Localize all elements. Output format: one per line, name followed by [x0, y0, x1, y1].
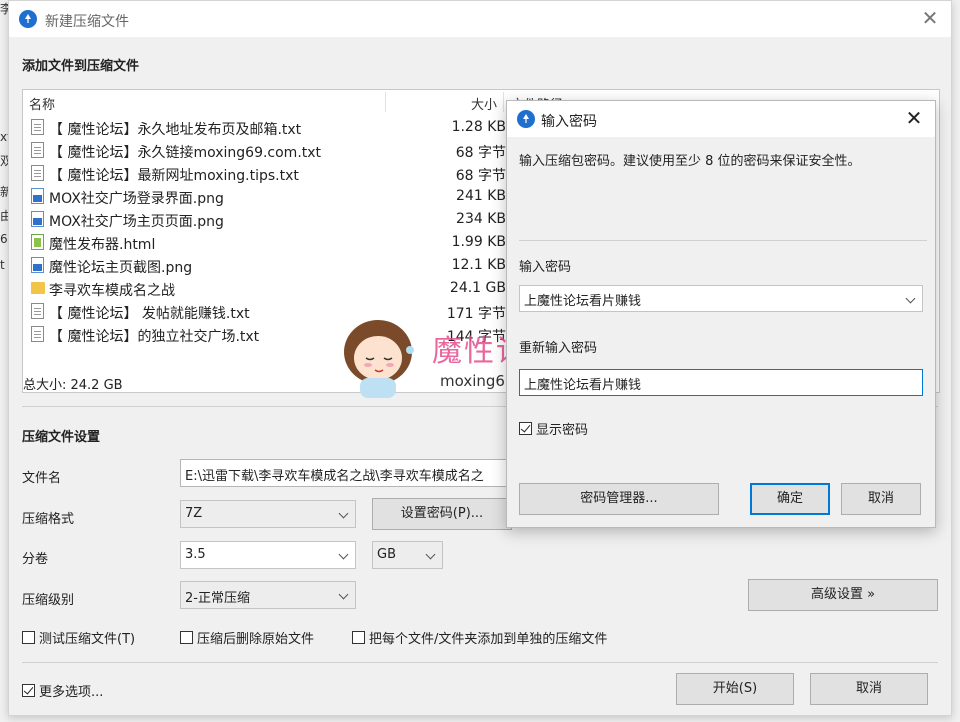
- file-name: 魔性论坛主页截图.png: [49, 260, 193, 276]
- checkbox-box: [352, 631, 365, 644]
- compression-level-select[interactable]: 2-正常压缩: [180, 581, 356, 609]
- chevron-down-icon: [338, 508, 349, 519]
- file-size: 1.28 KB: [451, 119, 506, 135]
- dialog-title: 新建压缩文件: [45, 14, 129, 30]
- text-file-icon: [31, 142, 44, 158]
- separate-archives-checkbox[interactable]: 把每个文件/文件夹添加到单独的压缩文件: [352, 628, 607, 647]
- column-header-size[interactable]: 大小: [471, 94, 497, 113]
- checkbox-box: [22, 684, 35, 697]
- format-value: 7Z: [185, 506, 203, 521]
- show-password-checkbox[interactable]: 显示密码: [519, 419, 588, 438]
- chevron-down-icon: [338, 549, 349, 560]
- split-label: 分卷: [22, 552, 49, 567]
- split-value: 3.5: [185, 547, 206, 562]
- column-divider[interactable]: [503, 92, 504, 112]
- divider: [22, 662, 938, 663]
- confirm-password-label: 重新输入密码: [519, 341, 598, 356]
- text-file-icon: [31, 303, 44, 319]
- test-archive-label: 测试压缩文件(T): [39, 632, 136, 647]
- more-options-checkbox[interactable]: 更多选项...: [22, 681, 103, 700]
- test-archive-checkbox[interactable]: 测试压缩文件(T): [22, 628, 135, 647]
- file-name: 李寻欢车模成名之战: [49, 283, 175, 299]
- separate-archives-label: 把每个文件/文件夹添加到单独的压缩文件: [369, 632, 608, 647]
- file-name: MOX社交广场主页页面.png: [49, 214, 224, 230]
- column-header-name[interactable]: 名称: [29, 94, 55, 113]
- file-size: 144 字节: [446, 329, 506, 345]
- text-file-icon: [31, 119, 44, 135]
- app-icon: [517, 110, 535, 128]
- checkbox-box: [180, 631, 193, 644]
- delete-after-checkbox[interactable]: 压缩后删除原始文件: [180, 628, 314, 647]
- confirm-password-input[interactable]: 上魔性论坛看片赚钱: [519, 369, 923, 396]
- image-file-icon: [31, 257, 44, 273]
- password-cancel-button[interactable]: 取消: [841, 483, 921, 515]
- password-value: 上魔性论坛看片赚钱: [524, 294, 642, 309]
- chevron-down-icon: [338, 589, 349, 600]
- file-size: 24.1 GB: [449, 280, 506, 296]
- title-bar[interactable]: 新建压缩文件 ✕: [9, 1, 951, 37]
- split-unit-value: GB: [377, 547, 396, 562]
- file-name: MOX社交广场登录界面.png: [49, 191, 224, 207]
- password-input[interactable]: 上魔性论坛看片赚钱: [519, 285, 923, 312]
- total-size: 总大小: 24.2 GB: [23, 378, 123, 393]
- chevron-down-icon: [425, 549, 436, 560]
- password-title-bar[interactable]: 输入密码 ✕: [507, 101, 935, 137]
- checkbox-box: [519, 422, 532, 435]
- advanced-settings-button[interactable]: 高级设置 »: [748, 579, 938, 611]
- file-size: 68 字节: [455, 145, 506, 161]
- settings-section-title: 压缩文件设置: [22, 430, 101, 445]
- divider: [519, 240, 927, 241]
- file-name: 【 魔性论坛】永久地址发布页及邮箱.txt: [49, 122, 302, 138]
- more-options-label: 更多选项...: [39, 685, 104, 700]
- image-file-icon: [31, 188, 44, 204]
- chevron-down-icon: [905, 293, 916, 304]
- format-select[interactable]: 7Z: [180, 500, 356, 528]
- folder-icon: [31, 282, 45, 294]
- image-file-icon: [31, 211, 44, 227]
- file-size: 12.1 KB: [451, 257, 506, 273]
- password-dialog: 输入密码 ✕ 输入压缩包密码。建议使用至少 8 位的密码来保证安全性。 输入密码…: [506, 100, 936, 528]
- file-name: 【 魔性论坛】最新网址moxing.tips.txt: [49, 168, 299, 184]
- checkbox-box: [22, 631, 35, 644]
- text-file-icon: [31, 165, 44, 181]
- filename-label: 文件名: [22, 471, 62, 486]
- column-divider[interactable]: [385, 92, 386, 112]
- text-file-icon: [31, 326, 44, 342]
- file-name: 【 魔性论坛】的独立社交广场.txt: [49, 329, 260, 345]
- file-name: 魔性发布器.html: [49, 237, 156, 253]
- file-name: 【 魔性论坛】永久链接moxing69.com.txt: [49, 145, 322, 161]
- format-label: 压缩格式: [22, 512, 75, 527]
- split-unit-select[interactable]: GB: [372, 541, 443, 569]
- close-icon[interactable]: ✕: [905, 108, 923, 128]
- password-label: 输入密码: [519, 260, 572, 275]
- ok-button[interactable]: 确定: [750, 483, 830, 515]
- delete-after-label: 压缩后删除原始文件: [197, 632, 315, 647]
- password-dialog-title: 输入密码: [541, 114, 597, 130]
- file-size: 171 字节: [446, 306, 506, 322]
- level-value: 2-正常压缩: [185, 591, 250, 606]
- app-icon: [19, 10, 37, 28]
- level-label: 压缩级别: [22, 593, 75, 608]
- cancel-button[interactable]: 取消: [810, 673, 928, 705]
- file-name: 【 魔性论坛】 发帖就能赚钱.txt: [49, 306, 250, 322]
- file-size: 1.99 KB: [451, 234, 506, 250]
- html-file-icon: [31, 234, 44, 250]
- file-size: 68 字节: [455, 168, 506, 184]
- password-hint: 输入压缩包密码。建议使用至少 8 位的密码来保证安全性。: [519, 154, 861, 169]
- split-size-combo[interactable]: 3.5: [180, 541, 356, 569]
- password-manager-button[interactable]: 密码管理器...: [519, 483, 719, 515]
- file-size: 234 KB: [456, 211, 506, 227]
- close-icon[interactable]: ✕: [921, 8, 939, 28]
- start-button[interactable]: 开始(S): [676, 673, 794, 705]
- filename-field[interactable]: E:\迅雷下载\李寻欢车模成名之战\李寻欢车模成名之: [180, 459, 510, 487]
- show-password-label: 显示密码: [536, 423, 589, 438]
- files-section-title: 添加文件到压缩文件: [22, 59, 140, 74]
- file-size: 241 KB: [456, 188, 506, 204]
- set-password-button[interactable]: 设置密码(P)...: [372, 498, 512, 530]
